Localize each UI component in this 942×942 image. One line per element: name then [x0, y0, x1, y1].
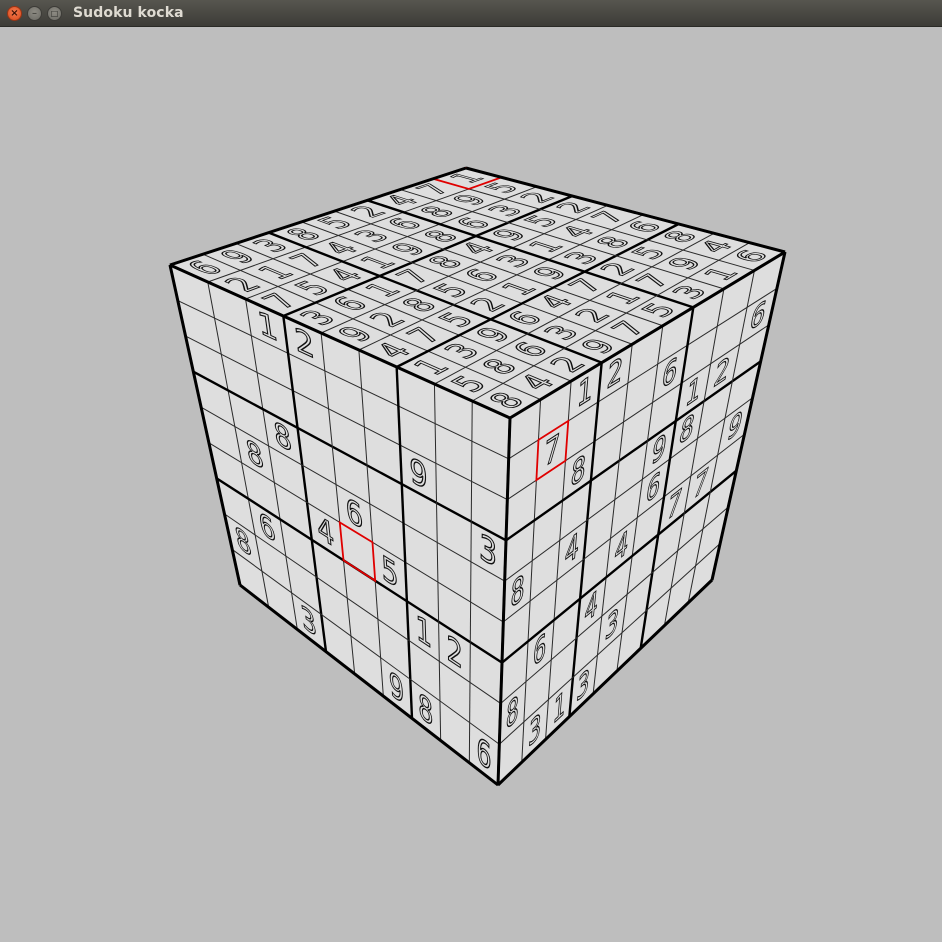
close-window-button[interactable]: ×: [7, 6, 22, 21]
window-titlebar: × – □ Sudoku kocka: [0, 0, 942, 27]
sudoku-cube[interactable]: 6938524712174368957541986323617849529285…: [0, 27, 942, 942]
maximize-icon: □: [50, 8, 59, 18]
minimize-window-button[interactable]: –: [27, 6, 42, 21]
close-icon: ×: [10, 7, 19, 19]
minimize-icon: –: [32, 7, 37, 19]
window-title: Sudoku kocka: [73, 5, 184, 21]
render-canvas[interactable]: 6938524712174368957541986323617849529285…: [0, 27, 942, 942]
maximize-window-button[interactable]: □: [47, 6, 62, 21]
